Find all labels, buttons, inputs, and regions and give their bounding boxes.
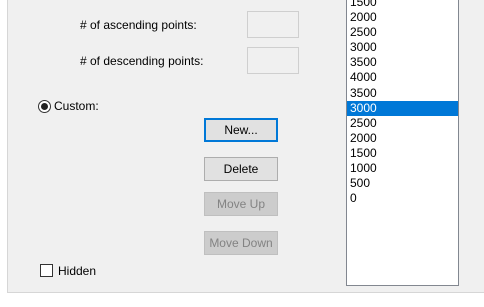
list-item[interactable]: 3500 <box>347 55 458 70</box>
delete-button[interactable]: Delete <box>204 157 278 181</box>
hidden-label: Hidden <box>58 264 97 278</box>
hidden-checkbox[interactable] <box>40 264 53 277</box>
descending-points-label: # of descending points: <box>80 54 204 68</box>
settings-panel: # of ascending points: # of descending p… <box>7 0 484 293</box>
list-item[interactable]: 3000 <box>347 40 458 55</box>
list-item[interactable]: 2500 <box>347 25 458 40</box>
custom-label: Custom: <box>54 99 99 113</box>
list-item[interactable]: 3000 <box>347 100 458 116</box>
list-item[interactable]: 1500 <box>347 146 458 161</box>
list-item[interactable]: 0 <box>347 191 458 206</box>
new-button[interactable]: New... <box>204 118 278 142</box>
list-item[interactable]: 1000 <box>347 161 458 176</box>
descending-points-field <box>247 47 299 74</box>
list-item[interactable]: 500 <box>347 176 458 191</box>
list-item[interactable]: 2000 <box>347 131 458 146</box>
ascending-points-field <box>247 11 299 38</box>
radio-selected-dot <box>41 103 48 110</box>
ascending-points-label: # of ascending points: <box>80 18 197 32</box>
list-item[interactable]: 2500 <box>347 116 458 131</box>
move-down-button[interactable]: Move Down <box>204 231 278 255</box>
list-item[interactable]: 4000 <box>347 70 458 85</box>
list-item[interactable]: 2000 <box>347 10 458 25</box>
values-list: 1500 2000 2500 3000 3500 4000 3500 3000 2500 2000… <box>347 0 458 206</box>
list-item[interactable]: 3500 <box>347 86 458 101</box>
custom-radio[interactable] <box>38 100 51 113</box>
values-listbox[interactable]: 1500 2000 2500 3000 3500 4000 3500 3000 2500 2000… <box>346 0 459 286</box>
move-up-button[interactable]: Move Up <box>204 192 278 216</box>
list-item[interactable]: 1500 <box>347 0 458 10</box>
